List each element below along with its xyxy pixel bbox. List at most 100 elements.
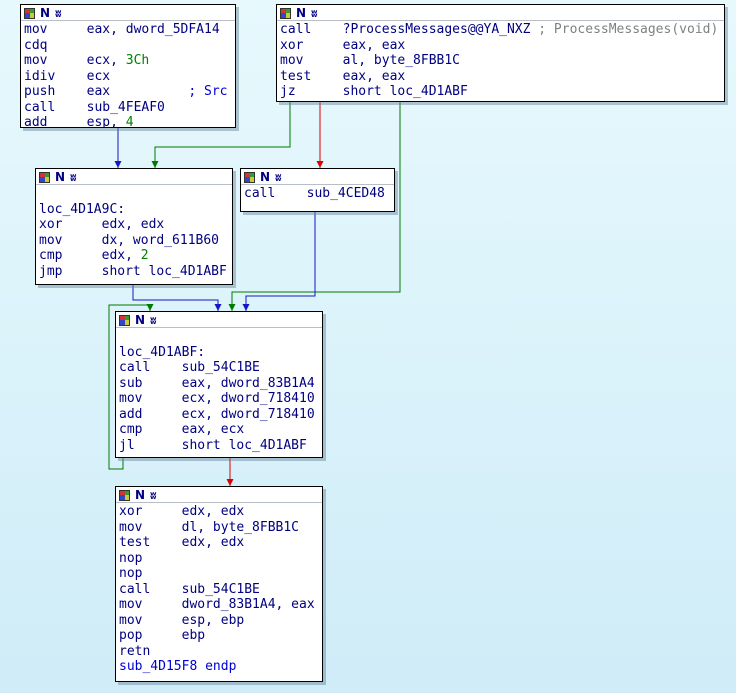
code-segment-default: jmp short loc_4D1ABF	[39, 263, 227, 279]
code-line[interactable]: cmp eax, ecx	[119, 422, 319, 438]
code-line[interactable]: call ?ProcessMessages@@YA_NXZ ; ProcessM…	[280, 22, 721, 38]
node-frame-icon[interactable]: ʬ	[70, 172, 77, 183]
block-loc-4D1A9C[interactable]: N ʬ loc_4D1A9C: xor edx, edx mov dx, word_…	[35, 168, 233, 285]
code-line[interactable]: test edx, edx	[119, 535, 319, 551]
code-segment-default: call sub_4FEAF0	[24, 99, 165, 115]
node-color-swatch-icon[interactable]	[119, 489, 130, 501]
node-frame-icon[interactable]: ʬ	[150, 315, 157, 326]
node-header: N ʬ	[36, 169, 232, 185]
code-line[interactable]: mov ecx, dword_718410	[119, 391, 319, 407]
code-line[interactable]: mov ecx, 3Ch	[24, 53, 232, 69]
code-line[interactable]: call sub_54C1BE	[119, 360, 319, 376]
node-frame-icon[interactable]: ʬ	[55, 8, 62, 19]
code-line[interactable]: idiv ecx	[24, 69, 232, 85]
block-call-sub-4CED48[interactable]: N ʬ call sub_4CED48	[240, 168, 395, 212]
code-line[interactable]: loc_4D1A9C:	[39, 202, 229, 218]
code-line[interactable]: nop	[119, 551, 319, 567]
edge-jl-loop-to-loc-4D1ABF-arrowhead	[146, 304, 154, 311]
edge-jmp-to-loc-4D1ABF-arrowhead	[214, 304, 222, 311]
node-frame-icon[interactable]: ʬ	[311, 8, 318, 19]
code-line[interactable]: cdq	[24, 38, 232, 54]
code-segment-default: mov dx, word_611B60	[39, 232, 220, 248]
code-line[interactable]: pop ebp	[119, 628, 319, 644]
code-line[interactable]: sub_4D15F8 endp	[119, 659, 319, 675]
code-line[interactable]: mov dword_83B1A4, eax	[119, 597, 319, 613]
code-segment-comment_blue: sub_4D15F8 endp	[119, 659, 237, 674]
code-segment-default: nop	[119, 566, 143, 581]
code-line[interactable]	[119, 329, 319, 345]
code-line[interactable]: call sub_4FEAF0	[24, 100, 232, 116]
node-n-icon[interactable]: N	[40, 7, 50, 19]
edge-jl-not-taken-to-epilogue-arrowhead	[226, 479, 234, 486]
code-line[interactable]: add ecx, dword_718410	[119, 407, 319, 423]
code-line[interactable]: mov al, byte_8FBB1C	[280, 53, 721, 69]
code-segment-default: mov ecx, dword_718410	[119, 391, 315, 406]
code-line[interactable]: xor eax, eax	[280, 38, 721, 54]
node-n-icon[interactable]: N	[55, 171, 65, 183]
code-segment-default: cmp eax, ecx	[119, 422, 245, 437]
code-segment-number: 3Ch	[125, 53, 150, 68]
code-line[interactable]: test eax, eax	[280, 69, 721, 85]
node-frame-icon[interactable]: ʬ	[150, 490, 157, 501]
code-line[interactable]: jz short loc_4D1ABF	[280, 84, 721, 100]
code-line[interactable]: sub eax, dword_83B1A4	[119, 376, 319, 392]
code-segment-number: 4	[125, 115, 134, 128]
code-segment-default: mov esp, ebp	[119, 612, 245, 628]
block-func-epilogue[interactable]: N ʬ xor edx, edx mov dl, byte_8FBB1C test …	[115, 486, 323, 682]
code-segment-default: add esp,	[24, 115, 126, 128]
block-top-right[interactable]: N ʬ call ?ProcessMessages@@YA_NXZ ; Proc…	[276, 4, 725, 102]
block-top-left[interactable]: N ʬ mov eax, dword_5DFA14 cdq mov ecx, 3Ch…	[20, 4, 236, 128]
code-line[interactable]: add esp, 4	[24, 115, 232, 128]
node-frame-icon[interactable]: ʬ	[275, 172, 282, 183]
code-line[interactable]	[39, 186, 229, 202]
code-line[interactable]: cmp edx, 2	[39, 248, 229, 264]
code-segment-default: cmp edx,	[39, 248, 141, 263]
edge-fallthrough-to-loc-4D1A9C-arrowhead	[114, 161, 122, 168]
code-line[interactable]: retn	[119, 644, 319, 660]
code-segment-default: cdq	[24, 37, 48, 53]
node-n-icon[interactable]: N	[296, 7, 306, 19]
code-line[interactable]: nop	[119, 566, 319, 582]
node-n-icon[interactable]: N	[135, 489, 145, 501]
code-segment-default: loc_4D1ABF:	[119, 344, 206, 360]
code-line[interactable]: xor edx, edx	[119, 504, 319, 520]
node-header: N ʬ	[21, 5, 235, 21]
code-line[interactable]: loc_4D1ABF:	[119, 345, 319, 361]
node-color-swatch-icon[interactable]	[39, 171, 50, 183]
code-segment-default: mov ecx,	[24, 53, 126, 68]
code-segment-default: jz short loc_4D1ABF	[280, 84, 468, 99]
code-segment-default: xor edx, edx	[39, 217, 165, 232]
node-color-swatch-icon[interactable]	[280, 7, 291, 19]
node-body: mov eax, dword_5DFA14 cdq mov ecx, 3Ch idiv…	[21, 21, 235, 128]
code-line[interactable]: xor edx, edx	[39, 217, 229, 233]
node-n-icon[interactable]: N	[260, 171, 270, 183]
node-color-swatch-icon[interactable]	[119, 314, 130, 326]
node-color-swatch-icon[interactable]	[244, 171, 255, 183]
node-header: N ʬ	[116, 312, 322, 328]
code-segment-default: nop	[119, 550, 143, 566]
code-segment-comment_gray: ; ProcessMessages(void)	[538, 22, 719, 37]
node-body: call sub_4CED48	[241, 185, 394, 203]
code-line[interactable]: jmp short loc_4D1ABF	[39, 264, 229, 280]
code-line[interactable]: call sub_4CED48	[244, 186, 391, 202]
code-segment-default: idiv ecx	[24, 68, 111, 84]
code-segment-default: mov al, byte_8FBB1C	[280, 53, 461, 68]
code-line[interactable]: push eax ; Src	[24, 84, 232, 100]
code-line[interactable]: mov dx, word_611B60	[39, 233, 229, 249]
code-line[interactable]: mov esp, ebp	[119, 613, 319, 629]
node-body: xor edx, edx mov dl, byte_8FBB1C test edx,…	[116, 503, 322, 676]
code-segment-default: test edx, edx	[119, 535, 245, 550]
node-body: loc_4D1ABF: call sub_54C1BE sub eax, dword…	[116, 328, 322, 454]
code-line[interactable]: call sub_54C1BE	[119, 582, 319, 598]
edge-jz-taken-to-loc-4D1ABF-arrowhead	[228, 304, 236, 311]
code-segment-default: mov eax, dword_5DFA14	[24, 22, 220, 37]
code-line[interactable]: mov dl, byte_8FBB1C	[119, 520, 319, 536]
edge-jz-not-taken-to-call-block-arrowhead	[316, 161, 324, 168]
node-n-icon[interactable]: N	[135, 314, 145, 326]
block-loc-4D1ABF[interactable]: N ʬ loc_4D1ABF: call sub_54C1BE sub eax, d…	[115, 311, 323, 458]
node-color-swatch-icon[interactable]	[24, 7, 35, 19]
code-line[interactable]: mov eax, dword_5DFA14	[24, 22, 232, 38]
code-segment-default: mov dword_83B1A4, eax	[119, 597, 315, 612]
code-segment-default: xor edx, edx	[119, 504, 245, 519]
code-line[interactable]: jl short loc_4D1ABF	[119, 438, 319, 454]
